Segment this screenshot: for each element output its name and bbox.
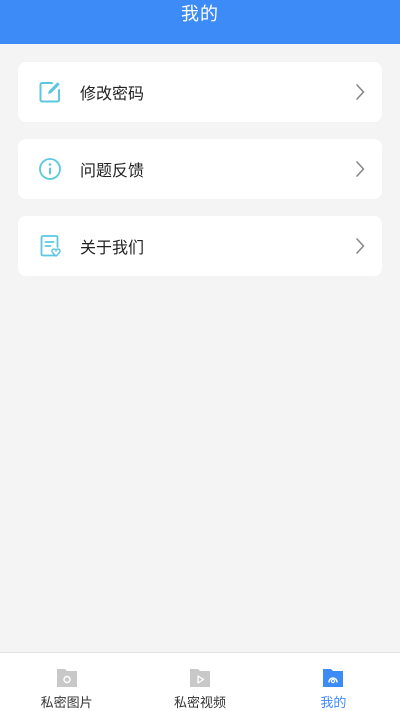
- menu-item-change-password[interactable]: 修改密码: [18, 62, 382, 122]
- bottom-tab-bar: 私密图片 私密视频 我的: [0, 652, 400, 711]
- tab-private-photos[interactable]: 私密图片: [0, 653, 133, 711]
- chevron-right-icon: [354, 83, 366, 101]
- tab-label: 私密图片: [40, 696, 93, 711]
- page-title: 我的: [181, 4, 219, 25]
- menu-item-label: 修改密码: [80, 84, 145, 103]
- tab-label: 私密视频: [173, 696, 226, 711]
- private-video-icon: [187, 665, 213, 690]
- info-icon: [36, 155, 64, 183]
- edit-icon: [36, 78, 64, 106]
- menu-item-label: 问题反馈: [80, 161, 145, 180]
- private-photo-icon: [54, 665, 80, 690]
- chevron-right-icon: [354, 160, 366, 178]
- menu-item-about-us[interactable]: 关于我们: [18, 216, 382, 276]
- tab-profile[interactable]: 我的: [267, 653, 400, 711]
- header-bar: 我的: [0, 0, 400, 44]
- tab-label: 我的: [320, 696, 347, 711]
- document-heart-icon: [36, 232, 64, 260]
- chevron-right-icon: [354, 237, 366, 255]
- profile-icon: [320, 665, 346, 690]
- menu-item-label: 关于我们: [80, 238, 145, 257]
- tab-private-videos[interactable]: 私密视频: [133, 653, 266, 711]
- menu-item-feedback[interactable]: 问题反馈: [18, 139, 382, 199]
